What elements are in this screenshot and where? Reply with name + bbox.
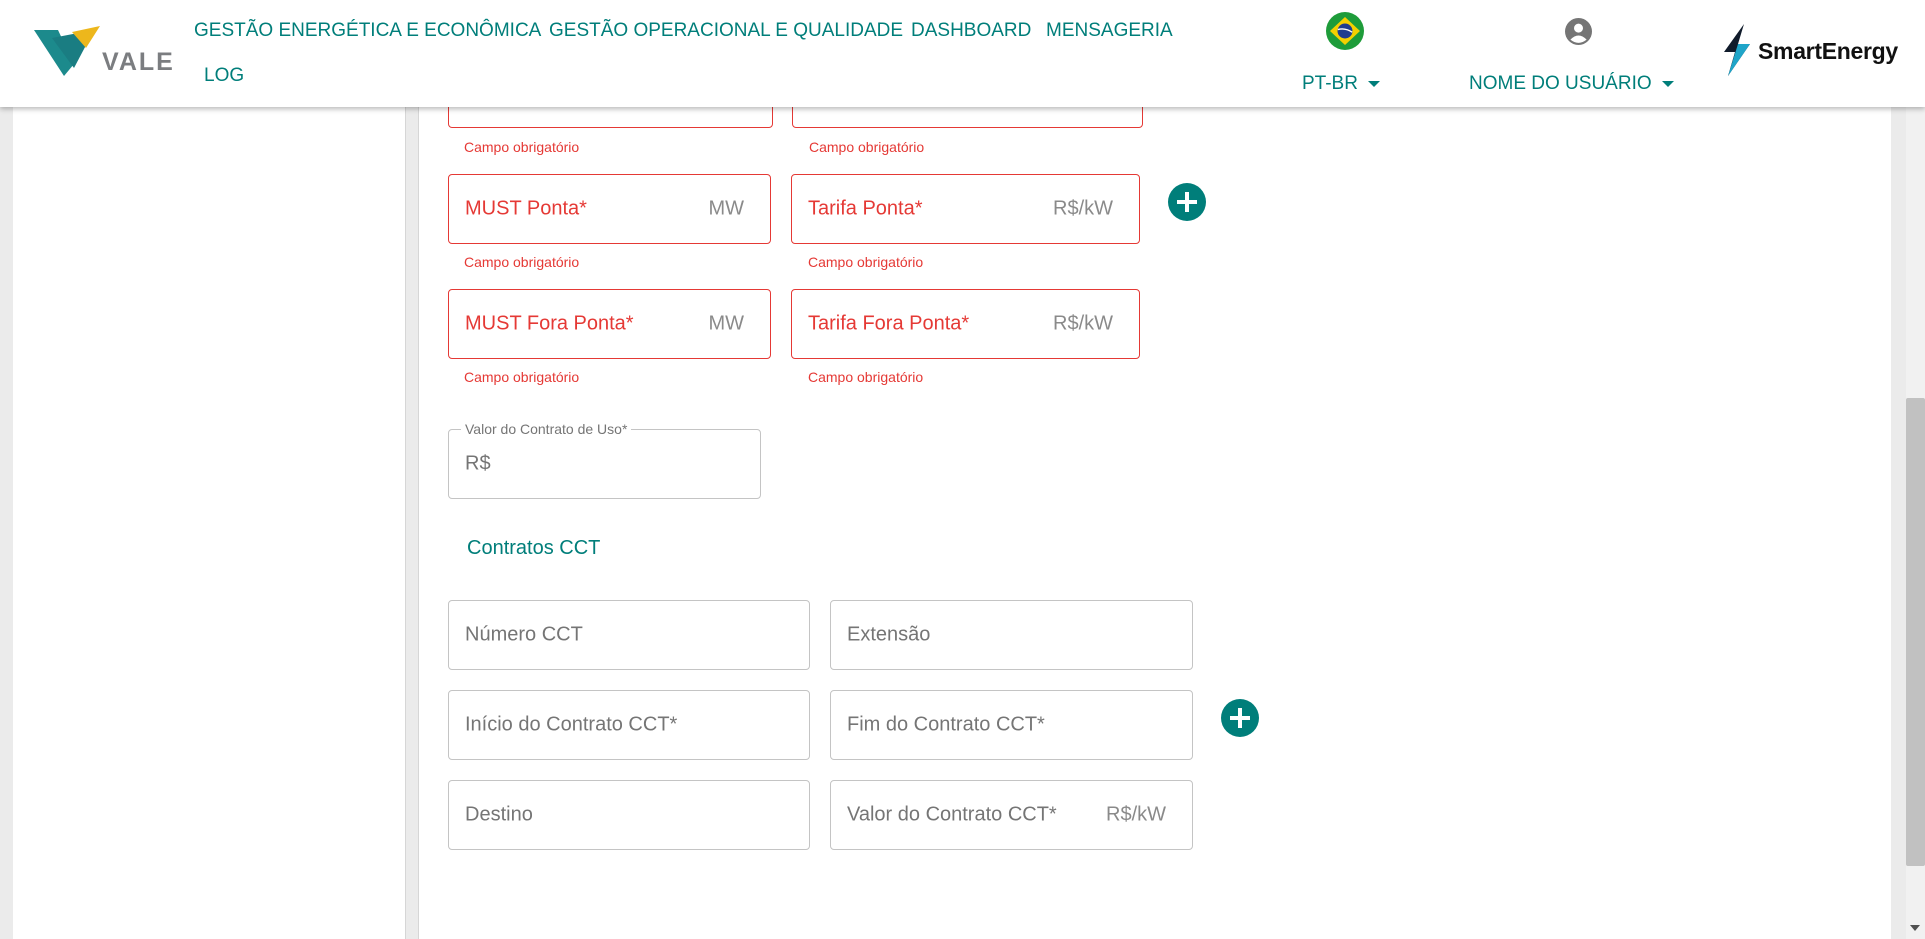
chevron-down-icon [1367, 80, 1380, 87]
plus-icon [1230, 708, 1250, 728]
extensao-placeholder: Extensão [847, 623, 931, 646]
nav-gestao-energetica[interactable]: GESTÃO ENERGÉTICA E ECONÔMICA [194, 20, 541, 42]
numero-cct-field[interactable]: Número CCT [448, 600, 810, 670]
nav-dashboard[interactable]: DASHBOARD [911, 20, 1031, 42]
language-selector[interactable]: PT-BR [1302, 73, 1380, 95]
scroll-down-arrow-icon[interactable] [1910, 925, 1920, 931]
user-name-label: NOME DO USUÁRIO [1469, 73, 1652, 94]
tarifa-ponta-field[interactable]: Tarifa Ponta* R$/kW [791, 174, 1140, 244]
must-ponta-field[interactable]: MUST Ponta* MW [448, 174, 771, 244]
fim-cct-placeholder: Fim do Contrato CCT* [847, 713, 1045, 736]
smartenergy-logo-text: SmartEnergy [1758, 38, 1898, 64]
must-fora-ponta-label: MUST Fora Ponta* [465, 312, 634, 335]
field-error-text: Campo obrigatório [464, 139, 580, 155]
divider [418, 0, 419, 939]
nav-log[interactable]: LOG [204, 65, 244, 87]
field-error-text: Campo obrigatório [809, 139, 925, 155]
must-fora-ponta-field[interactable]: MUST Fora Ponta* MW [448, 289, 771, 359]
brazil-flag-icon[interactable] [1326, 12, 1364, 50]
divider [405, 0, 406, 939]
smartenergy-bolt-icon [1724, 24, 1750, 76]
destino-field[interactable]: Destino [448, 780, 810, 850]
user-menu[interactable]: NOME DO USUÁRIO [1469, 73, 1674, 95]
add-cct-button[interactable] [1221, 699, 1259, 737]
valor-cct-field[interactable]: Valor do Contrato CCT* R$/kW [830, 780, 1193, 850]
extensao-field[interactable]: Extensão [830, 600, 1193, 670]
must-fora-ponta-unit: MW [708, 312, 744, 335]
currency-prefix: R$ [465, 452, 491, 475]
language-label: PT-BR [1302, 73, 1358, 94]
left-sidebar-panel [13, 0, 405, 939]
valor-cct-placeholder: Valor do Contrato CCT* [847, 803, 1057, 826]
tarifa-fora-ponta-label: Tarifa Fora Ponta* [808, 312, 970, 335]
field-error-text: Campo obrigatório [464, 254, 580, 270]
add-must-button[interactable] [1168, 183, 1206, 221]
user-account-icon[interactable] [1565, 18, 1592, 45]
chevron-down-icon [1661, 80, 1674, 87]
plus-icon [1177, 192, 1197, 212]
scrollbar-thumb[interactable] [1906, 398, 1925, 866]
inicio-cct-placeholder: Início do Contrato CCT* [465, 713, 678, 736]
inicio-cct-field[interactable]: Início do Contrato CCT* [448, 690, 810, 760]
nav-mensageria[interactable]: MENSAGERIA [1046, 20, 1173, 42]
tarifa-ponta-unit: R$/kW [1053, 197, 1113, 220]
destino-placeholder: Destino [465, 803, 533, 826]
vale-logo-text: VALE [102, 48, 175, 76]
field-error-text: Campo obrigatório [808, 369, 924, 385]
valor-contrato-uso-label: Valor do Contrato de Uso* [461, 421, 632, 437]
nav-gestao-operacional[interactable]: GESTÃO OPERACIONAL E QUALIDADE [549, 20, 903, 42]
field-error-text: Campo obrigatório [808, 254, 924, 270]
valor-contrato-uso-field[interactable]: Valor do Contrato de Uso* R$ [448, 421, 761, 499]
valor-cct-unit: R$/kW [1106, 803, 1166, 826]
field-error-text: Campo obrigatório [464, 369, 580, 385]
numero-cct-placeholder: Número CCT [465, 623, 583, 646]
must-ponta-unit: MW [708, 197, 744, 220]
fim-cct-field[interactable]: Fim do Contrato CCT* [830, 690, 1193, 760]
tarifa-ponta-label: Tarifa Ponta* [808, 197, 923, 220]
tarifa-fora-ponta-unit: R$/kW [1053, 312, 1113, 335]
cct-section-title: Contratos CCT [467, 537, 601, 559]
top-navbar: VALE GESTÃO ENERGÉTICA E ECONÔMICA GESTÃ… [0, 0, 1925, 107]
tarifa-fora-ponta-field[interactable]: Tarifa Fora Ponta* R$/kW [791, 289, 1140, 359]
must-ponta-label: MUST Ponta* [465, 197, 587, 220]
